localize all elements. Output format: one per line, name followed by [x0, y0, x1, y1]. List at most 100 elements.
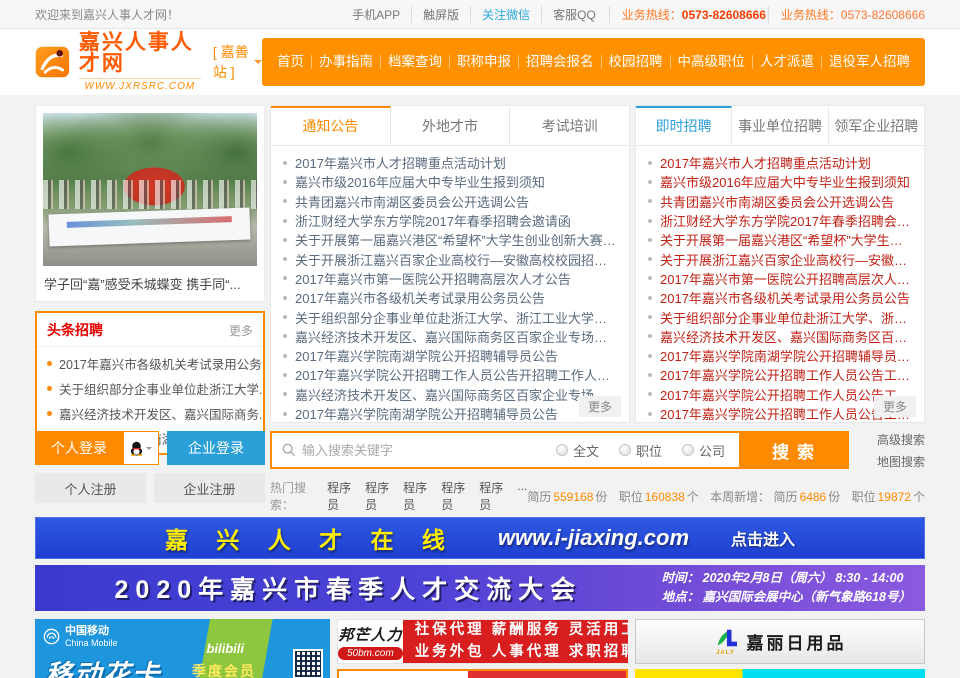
notice-item[interactable]: 嘉兴市级2016年应届大中专毕业生报到须知 [283, 172, 617, 191]
bullet-icon [283, 199, 287, 203]
job-item[interactable]: 关于组织部分企事业单位赴浙江大学、浙江工业大... [648, 307, 912, 326]
hot-keyword[interactable]: 程序员 [441, 479, 470, 513]
personal-login-button[interactable]: 个人登录 [35, 431, 123, 465]
tab-exam-training[interactable]: 考试培训 [510, 106, 629, 145]
jiaxing-talent-online-banner[interactable]: 嘉 兴 人 才 在 线 www.i-jiaxing.com 点击进入 [35, 517, 925, 559]
bullet-icon [283, 276, 287, 280]
tab-notice[interactable]: 通知公告 [271, 106, 391, 145]
login-area: 个人登录 企业登录 个 [35, 431, 265, 503]
job-item[interactable]: 浙江财经大学东方学院2017年春季招聘会邀请函 [648, 211, 912, 230]
topbar-link[interactable]: 关注微信 [470, 6, 541, 23]
job-item[interactable]: 2017年嘉兴市第一医院公开招聘高层次人才公告 [648, 269, 912, 288]
company-login-button[interactable]: 企业登录 [167, 431, 265, 465]
site-logo[interactable]: 嘉兴人事人才网 WWW.JXRSRC.COM [35, 32, 201, 92]
map-search-link[interactable]: 地图搜索 [861, 453, 925, 470]
hot-keyword[interactable]: 程序员 [403, 479, 432, 513]
nav-item[interactable]: 中高级职位 [670, 55, 753, 69]
company-register-button[interactable]: 企业注册 [154, 473, 265, 503]
tab-public-institution-jobs[interactable]: 事业单位招聘 [732, 106, 828, 145]
nav-item[interactable]: 职称申报 [449, 55, 518, 69]
nav-item[interactable]: 招聘会报名 [518, 55, 601, 69]
radio-icon [682, 444, 694, 456]
featured-news-caption[interactable]: 学子回“嘉”感受禾城蝶变 携手同“... [43, 266, 257, 294]
tab-other-markets[interactable]: 外地才市 [391, 106, 511, 145]
notice-item[interactable]: 2017年嘉兴市第一医院公开招聘高层次人才公告 [283, 269, 617, 288]
notice-item[interactable]: 浙江财经大学东方学院2017年春季招聘会邀请函 [283, 211, 617, 230]
headline-item[interactable]: 2017年嘉兴市各级机关考试录用公务... [37, 351, 263, 376]
nav-item[interactable]: 首页 [270, 55, 311, 69]
jaly-ad[interactable]: JALY 嘉丽日用品 [635, 619, 925, 678]
job-item[interactable]: 2017年嘉兴学院公开招聘工作人员公告工作人员... [648, 385, 912, 404]
hot-keyword[interactable]: ... [517, 479, 527, 513]
tab-leading-enterprise-jobs[interactable]: 领军企业招聘 [829, 106, 924, 145]
bangmang-hr-ad[interactable]: 邦芒人力 50bm.com 社保代理 薪酬服务 灵活用工 业务外包 人事代理 求… [337, 619, 628, 678]
job-item[interactable]: 2017年嘉兴学院公开招聘工作人员公告工作... [648, 404, 912, 422]
notice-more-link[interactable]: 更多 [579, 396, 621, 417]
nav-item[interactable]: 人才派遣 [752, 55, 821, 69]
hot-keyword[interactable]: 程序员 [327, 479, 356, 513]
bullet-icon [648, 257, 652, 261]
job-item[interactable]: 关于开展第一届嘉兴港区“希望杯”大学生创业创... [648, 230, 912, 249]
nav-item[interactable]: 办事指南 [311, 55, 380, 69]
job-item[interactable]: 嘉兴市级2016年应届大中专毕业生报到须知 [648, 172, 912, 191]
bullet-icon [47, 411, 52, 416]
notice-item[interactable]: 嘉兴经济技术开发区、嘉兴国际商务区百家企业专场招聘会公告 [283, 385, 617, 404]
notice-item[interactable]: 2017年嘉兴学院南湖学院公开招聘辅导员公告 [283, 404, 617, 422]
ads-row: 中国移动China Mobile 移动花卡 bilibili 季度会员 邦芒人力… [35, 619, 925, 678]
china-mobile-ad[interactable]: 中国移动China Mobile 移动花卡 bilibili 季度会员 [35, 619, 330, 678]
personal-register-button[interactable]: 个人注册 [35, 473, 146, 503]
qq-penguin-icon [130, 441, 143, 456]
china-mobile-logo: 中国移动China Mobile [43, 625, 118, 649]
scope-radio[interactable]: 职位 [619, 441, 662, 460]
featured-news-card[interactable]: 学子回“嘉”感受禾城蝶变 携手同“... [35, 105, 265, 302]
job-item[interactable]: 2017年嘉兴市各级机关考试录用公务员公告 [648, 288, 912, 307]
job-item[interactable]: 嘉兴经济技术开发区、嘉兴国际商务区百家企业专... [648, 327, 912, 346]
search-button[interactable]: 搜索 [739, 433, 847, 467]
nav-item[interactable]: 档案查询 [380, 55, 449, 69]
job-item[interactable]: 2017年嘉兴学院公开招聘工作人员公告工作人员... [648, 365, 912, 384]
job-item[interactable]: 2017年嘉兴学院南湖学院公开招聘辅导员公告 [648, 346, 912, 365]
qq-login-dropdown[interactable] [123, 431, 159, 465]
notice-item[interactable]: 嘉兴经济技术开发区、嘉兴国际商务区百家企业专场招聘会公告 [283, 327, 617, 346]
hot-keyword[interactable]: 程序员 [365, 479, 394, 513]
notice-item[interactable]: 关于开展第一届嘉兴港区“希望杯”大学生创业创新大赛的通知 [283, 230, 617, 249]
bullet-icon [283, 257, 287, 261]
topbar-link[interactable]: 触屏版 [411, 6, 470, 23]
notice-item[interactable]: 关于开展浙江嘉兴百家企业高校行—安徽高校校园招聘活动的通... [283, 249, 617, 268]
radio-icon [619, 444, 631, 456]
bullet-icon [648, 412, 652, 416]
featured-news-photo[interactable] [43, 113, 257, 266]
notice-item[interactable]: 2017年嘉兴市各级机关考试录用公务员公告 [283, 288, 617, 307]
notice-item[interactable]: 共青团嘉兴市南湖区委员会公开选调公告 [283, 192, 617, 211]
banner1-url: www.i-jiaxing.com [498, 525, 689, 551]
bullet-icon [648, 373, 652, 377]
topbar-link[interactable]: 手机APP [341, 6, 411, 23]
job-item[interactable]: 共青团嘉兴市南湖区委员会公开选调公告 [648, 192, 912, 211]
jobs-more-link[interactable]: 更多 [874, 396, 916, 417]
scope-radio[interactable]: 公司 [682, 441, 725, 460]
notice-item[interactable]: 2017年嘉兴学院公开招聘工作人员公告开招聘工作人员公告开... [283, 365, 617, 384]
tab-instant-jobs[interactable]: 即时招聘 [636, 106, 732, 145]
notice-item[interactable]: 2017年嘉兴学院南湖学院公开招聘辅导员公告 [283, 346, 617, 365]
nav-item[interactable]: 校园招聘 [601, 55, 670, 69]
headline-more-link[interactable]: 更多 [229, 322, 253, 339]
job-item[interactable]: 关于开展浙江嘉兴百家企业高校行—安徽高校校园... [648, 249, 912, 268]
headline-item[interactable]: 关于组织部分企事业单位赴浙江大学... [37, 376, 263, 401]
bullet-icon [648, 238, 652, 242]
topbar-link[interactable]: 客服QQ [541, 6, 607, 23]
hotline-primary: 业务热线：0573-82608666 [609, 6, 766, 23]
bullet-icon [283, 219, 287, 223]
headline-item[interactable]: 嘉兴经济技术开发区、嘉兴国际商务... [37, 401, 263, 426]
nav-item[interactable]: 退役军人招聘 [821, 55, 917, 69]
job-item[interactable]: 2017年嘉兴市人才招聘重点活动计划 [648, 153, 912, 172]
scope-radio[interactable]: 全文 [556, 441, 599, 460]
spring-job-fair-banner[interactable]: 2020年嘉兴市春季人才交流大会 时间： 2020年2月8日（周六） 8:30 … [35, 565, 925, 611]
notice-item[interactable]: 2017年嘉兴市人才招聘重点活动计划 [283, 153, 617, 172]
advanced-search-link[interactable]: 高级搜索 [861, 431, 925, 448]
hot-keyword[interactable]: 程序员 [479, 479, 508, 513]
hot-keywords: 程序员程序员程序员程序员程序员... [327, 479, 527, 513]
notice-item[interactable]: 关于组织部分企事业单位赴浙江大学、浙江工业大学招聘人才的... [283, 307, 617, 326]
station-selector[interactable]: [ 嘉善站 ] [213, 42, 262, 82]
search-input[interactable] [302, 433, 556, 467]
bangmang-url: 50bm.com [338, 647, 403, 660]
